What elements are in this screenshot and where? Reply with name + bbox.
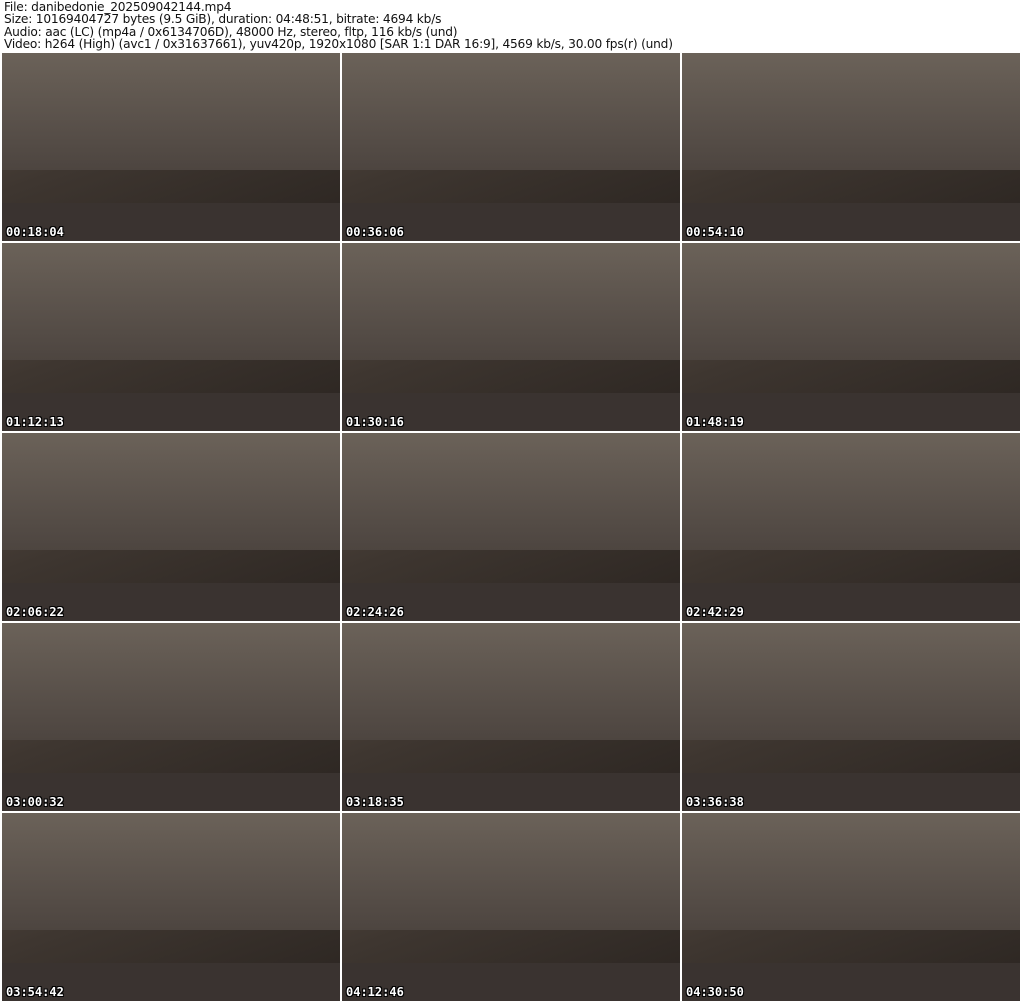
thumbnail-background [682,53,1020,170]
timestamp-label: 03:54:42 [6,985,64,999]
video-thumbnail: 02:42:29 [682,433,1020,621]
timestamp-label: 00:54:10 [686,225,744,239]
timestamp-label: 01:12:13 [6,415,64,429]
thumbnail-background [682,433,1020,550]
thumbnail-background [2,623,340,740]
video-thumbnail: 01:30:16 [342,243,680,431]
video-thumbnail: 03:36:38 [682,623,1020,811]
timestamp-label: 03:00:32 [6,795,64,809]
thumbnail-background [342,623,680,740]
thumbnail-background [2,53,340,170]
thumbnail-background [2,813,340,930]
timestamp-label: 02:42:29 [686,605,744,619]
thumbnail-background [342,243,680,360]
thumbnail-background [682,813,1020,930]
video-thumbnail: 02:24:26 [342,433,680,621]
file-size-info: Size: 10169404727 bytes (9.5 GiB), durat… [4,12,442,27]
thumbnail-background [342,813,680,930]
timestamp-label: 03:18:35 [346,795,404,809]
timestamp-label: 02:24:26 [346,605,404,619]
video-thumbnail: 03:54:42 [2,813,340,1001]
video-info: Video: h264 (High) (avc1 / 0x31637661), … [4,37,673,52]
timestamp-label: 01:30:16 [346,415,404,429]
video-thumbnail: 00:54:10 [682,53,1020,241]
timestamp-label: 03:36:38 [686,795,744,809]
timestamp-label: 00:36:06 [346,225,404,239]
video-thumbnail: 01:12:13 [2,243,340,431]
thumbnail-background [2,433,340,550]
thumbnail-background [342,433,680,550]
video-thumbnail: 03:18:35 [342,623,680,811]
video-thumbnail: 00:36:06 [342,53,680,241]
timestamp-label: 01:48:19 [686,415,744,429]
video-thumbnail: 00:18:04 [2,53,340,241]
file-info-header: File: danibedonie_202509042144.mp4 Size:… [4,1,673,51]
video-thumbnail: 04:30:50 [682,813,1020,1001]
video-thumbnail: 02:06:22 [2,433,340,621]
thumbnail-background [342,53,680,170]
video-thumbnail: 01:48:19 [682,243,1020,431]
timestamp-label: 02:06:22 [6,605,64,619]
thumbnail-background [2,243,340,360]
thumbnail-grid: 00:18:04 00:36:06 00:54:10 01:12:13 01:30:16… [2,53,1020,1001]
thumbnail-background [682,243,1020,360]
timestamp-label: 04:12:46 [346,985,404,999]
thumbnail-background [682,623,1020,740]
timestamp-label: 00:18:04 [6,225,64,239]
video-thumbnail: 04:12:46 [342,813,680,1001]
video-thumbnail: 03:00:32 [2,623,340,811]
timestamp-label: 04:30:50 [686,985,744,999]
